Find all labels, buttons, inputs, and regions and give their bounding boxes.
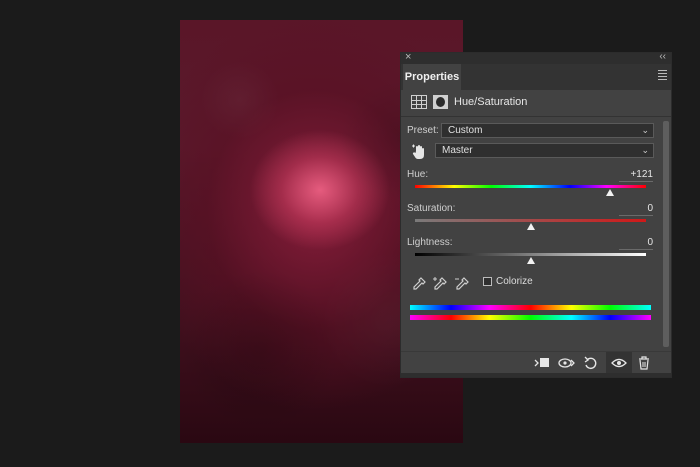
targeted-adjustment-hand-icon[interactable] xyxy=(411,144,427,160)
input-spectrum-bar xyxy=(410,305,651,310)
view-previous-state-icon[interactable] xyxy=(558,354,576,372)
panel-scrollbar[interactable] xyxy=(663,121,669,347)
header-divider xyxy=(401,116,671,117)
saturation-slider-track[interactable] xyxy=(415,219,646,222)
hue-slider-track[interactable] xyxy=(415,185,646,188)
eyedropper-minus-icon[interactable] xyxy=(454,276,470,292)
channel-value: Master xyxy=(442,145,473,156)
reset-icon[interactable] xyxy=(583,354,599,372)
output-spectrum-bar xyxy=(410,315,651,320)
lightness-slider-track[interactable] xyxy=(415,253,646,256)
properties-panel: × ‹‹ Properties Hue/Saturation Preset: C… xyxy=(400,51,672,378)
visibility-eye-icon[interactable] xyxy=(611,354,627,372)
chevron-down-icon: ⌄ xyxy=(641,125,649,135)
eyedropper-plus-icon[interactable] xyxy=(432,276,448,292)
lightness-value-field[interactable]: 0 xyxy=(619,237,653,250)
panel-tab-strip: Properties xyxy=(401,64,671,90)
saturation-label: Saturation: xyxy=(407,203,456,214)
preset-label: Preset: xyxy=(407,125,439,136)
panel-title-bar: × ‹‹ xyxy=(401,51,671,64)
close-panel-icon[interactable]: × xyxy=(405,51,411,63)
collapse-panel-icon[interactable]: ‹‹ xyxy=(659,51,666,62)
panel-bottom-edge xyxy=(401,373,671,377)
panel-menu-icon[interactable] xyxy=(658,70,667,82)
saturation-slider-thumb[interactable] xyxy=(526,223,535,230)
eyedropper-icon[interactable] xyxy=(411,276,427,292)
channel-dropdown[interactable]: Master ⌄ xyxy=(435,143,654,158)
lightness-label: Lightness: xyxy=(407,237,453,248)
colorize-checkbox[interactable] xyxy=(483,277,492,286)
chevron-down-icon: ⌄ xyxy=(641,145,649,155)
layer-mask-icon[interactable] xyxy=(433,95,448,109)
tab-properties[interactable]: Properties xyxy=(403,64,461,90)
hue-saturation-adjustment-icon[interactable] xyxy=(411,95,427,109)
clip-to-layer-icon[interactable] xyxy=(533,354,551,372)
saturation-value-field[interactable]: 0 xyxy=(619,203,653,216)
colorize-label: Colorize xyxy=(496,276,533,287)
preset-value: Custom xyxy=(448,125,483,136)
preset-dropdown[interactable]: Custom ⌄ xyxy=(441,123,654,138)
hue-value-field[interactable]: +121 xyxy=(619,169,653,182)
lightness-slider-thumb[interactable] xyxy=(526,257,535,264)
trash-icon[interactable] xyxy=(637,354,651,372)
hue-label: Hue: xyxy=(407,169,429,180)
adjustment-title: Hue/Saturation xyxy=(454,96,528,108)
hue-slider-thumb[interactable] xyxy=(605,189,614,196)
